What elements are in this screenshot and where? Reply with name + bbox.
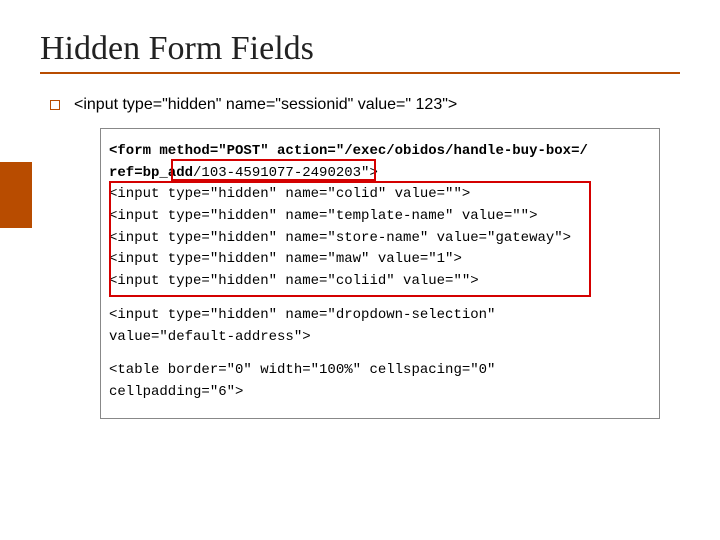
code-line: <form method="POST" action="/exec/obidos… (109, 141, 645, 163)
slide-container: Hidden Form Fields <input type="hidden" … (0, 0, 720, 540)
code-gap (109, 293, 645, 305)
code-gap (109, 348, 645, 360)
left-accent-bar (0, 162, 32, 228)
code-line: <input type="hidden" name="store-name" v… (109, 228, 645, 250)
code-line: value="default-address"> (109, 327, 645, 349)
bullet-row: <input type="hidden" name="sessionid" va… (50, 96, 680, 114)
code-line: cellpadding="6"> (109, 382, 645, 404)
code-line: <input type="hidden" name="template-name… (109, 206, 645, 228)
code-line: ref=bp_add/103-4591077-2490203"> (109, 163, 645, 185)
code-text: ref=bp_add (109, 165, 193, 181)
title-underline (40, 72, 680, 74)
code-line: <input type="hidden" name="dropdown-sele… (109, 305, 645, 327)
code-text: <form method="POST" action="/exec/obidos… (109, 143, 588, 159)
code-text: /103-4591077-2490203"> (193, 165, 378, 181)
code-line: <input type="hidden" name="maw" value="1… (109, 249, 645, 271)
bullet-text: <input type="hidden" name="sessionid" va… (74, 96, 457, 114)
code-line: <table border="0" width="100%" cellspaci… (109, 360, 645, 382)
square-bullet-icon (50, 100, 60, 110)
code-line: <input type="hidden" name="colid" value=… (109, 184, 645, 206)
code-line: <input type="hidden" name="coliid" value… (109, 271, 645, 293)
slide-title: Hidden Form Fields (40, 30, 680, 68)
code-box: <form method="POST" action="/exec/obidos… (100, 128, 660, 419)
